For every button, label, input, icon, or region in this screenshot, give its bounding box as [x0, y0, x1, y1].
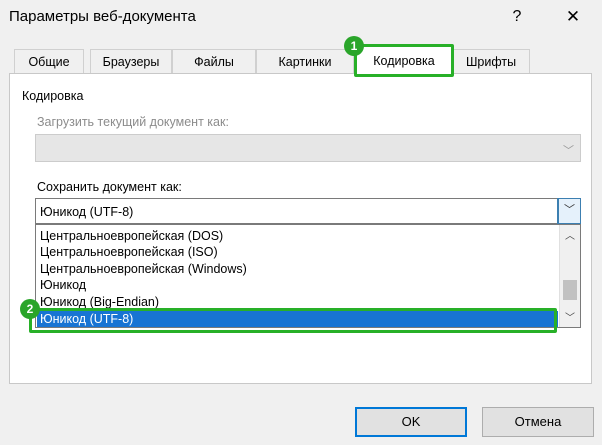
scroll-down-icon[interactable]: ﹀: [560, 309, 580, 325]
close-button[interactable]: ✕: [562, 6, 584, 28]
window-title: Параметры веб-документа: [9, 8, 196, 25]
highlight-utf8-option: [29, 308, 557, 333]
help-button[interactable]: ?: [506, 6, 528, 28]
scrollbar[interactable]: ︿ ﹀: [559, 225, 580, 327]
scroll-up-icon[interactable]: ︿: [560, 227, 580, 243]
ok-button[interactable]: OK: [355, 407, 467, 437]
step-badge-2: 2: [20, 299, 40, 319]
list-item[interactable]: Центральноевропейская (Windows): [40, 262, 247, 276]
save-as-combobox[interactable]: Юникод (UTF-8) ﹀: [35, 198, 581, 224]
step-badge-1: 1: [344, 36, 364, 56]
tab-files[interactable]: Файлы: [172, 49, 256, 74]
save-as-value: Юникод (UTF-8): [40, 205, 134, 219]
cancel-button[interactable]: Отмена: [482, 407, 594, 437]
save-as-label: Сохранить документ как:: [37, 180, 182, 194]
dropdown-toggle[interactable]: ﹀: [557, 198, 581, 224]
chevron-down-icon: ﹀: [564, 204, 575, 216]
list-item[interactable]: Юникод (Big-Endian): [40, 295, 159, 309]
list-item[interactable]: Центральноевропейская (ISO): [40, 245, 218, 259]
list-item[interactable]: Юникод: [40, 278, 86, 292]
tab-general[interactable]: Общие: [14, 49, 84, 74]
section-title: Кодировка: [22, 89, 84, 103]
tab-browsers[interactable]: Браузеры: [90, 49, 172, 74]
tab-pictures[interactable]: Картинки: [256, 49, 354, 74]
chevron-down-icon: ﹀: [563, 145, 574, 157]
list-item[interactable]: Центральноевропейская (DOS): [40, 229, 223, 243]
scrollbar-thumb[interactable]: [563, 280, 577, 300]
highlight-tab-encoding: [354, 44, 454, 77]
load-as-label: Загрузить текущий документ как:: [37, 115, 229, 129]
load-as-combobox: ﹀: [35, 134, 581, 162]
tab-fonts[interactable]: Шрифты: [452, 49, 530, 74]
